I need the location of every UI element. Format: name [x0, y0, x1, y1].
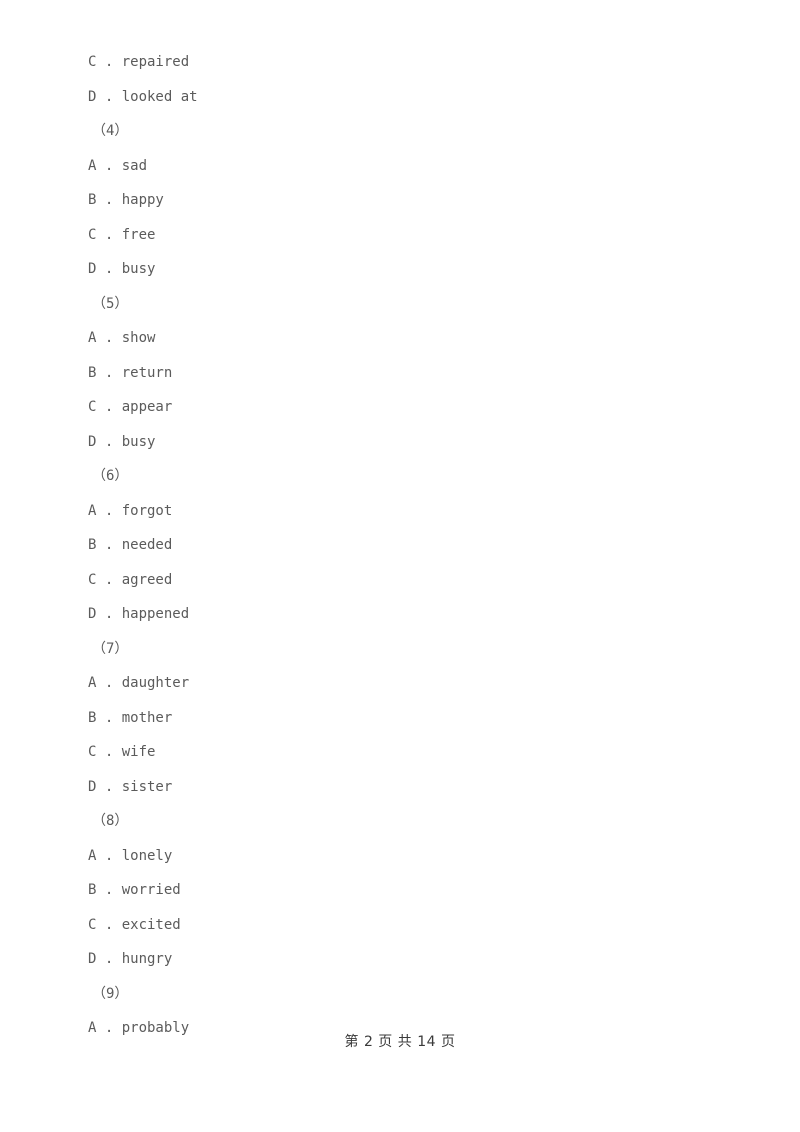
question-options-list: C . repaired D . looked at （4） A . sad B… — [88, 45, 748, 1046]
option-line: A . lonely — [88, 847, 173, 864]
option-line: D . looked at — [88, 88, 198, 105]
option-line: D . busy — [88, 261, 156, 277]
question-number: （4） — [92, 123, 129, 139]
option-line: C . appear — [88, 399, 173, 415]
question-number: （8） — [92, 813, 129, 829]
option-line: C . agreed — [88, 571, 173, 588]
option-line: C . repaired — [88, 54, 190, 70]
option-line: B . mother — [88, 709, 173, 726]
option-line: A . daughter — [88, 675, 190, 691]
option-line: B . needed — [88, 537, 173, 553]
page-footer: 第 2 页 共 14 页 — [344, 1034, 456, 1050]
option-line: B . worried — [88, 882, 181, 898]
option-line: B . happy — [88, 192, 164, 208]
option-line: C . excited — [88, 916, 181, 933]
question-number: （6） — [92, 468, 129, 484]
question-number: （5） — [92, 295, 129, 312]
document-page: C . repaired D . looked at （4） A . sad B… — [0, 0, 800, 1132]
option-line: D . sister — [88, 778, 173, 795]
option-line: A . sad — [88, 157, 148, 174]
option-line: B . return — [88, 364, 173, 381]
option-line: C . wife — [88, 744, 156, 760]
option-line: A . forgot — [88, 502, 173, 519]
option-line: D . busy — [88, 433, 156, 450]
option-line: D . happened — [88, 606, 190, 622]
question-number: （9） — [92, 985, 129, 1002]
option-line: C . free — [88, 226, 156, 243]
option-line: A . show — [88, 330, 156, 346]
question-number: （7） — [92, 640, 129, 657]
option-line: D . hungry — [88, 951, 173, 967]
